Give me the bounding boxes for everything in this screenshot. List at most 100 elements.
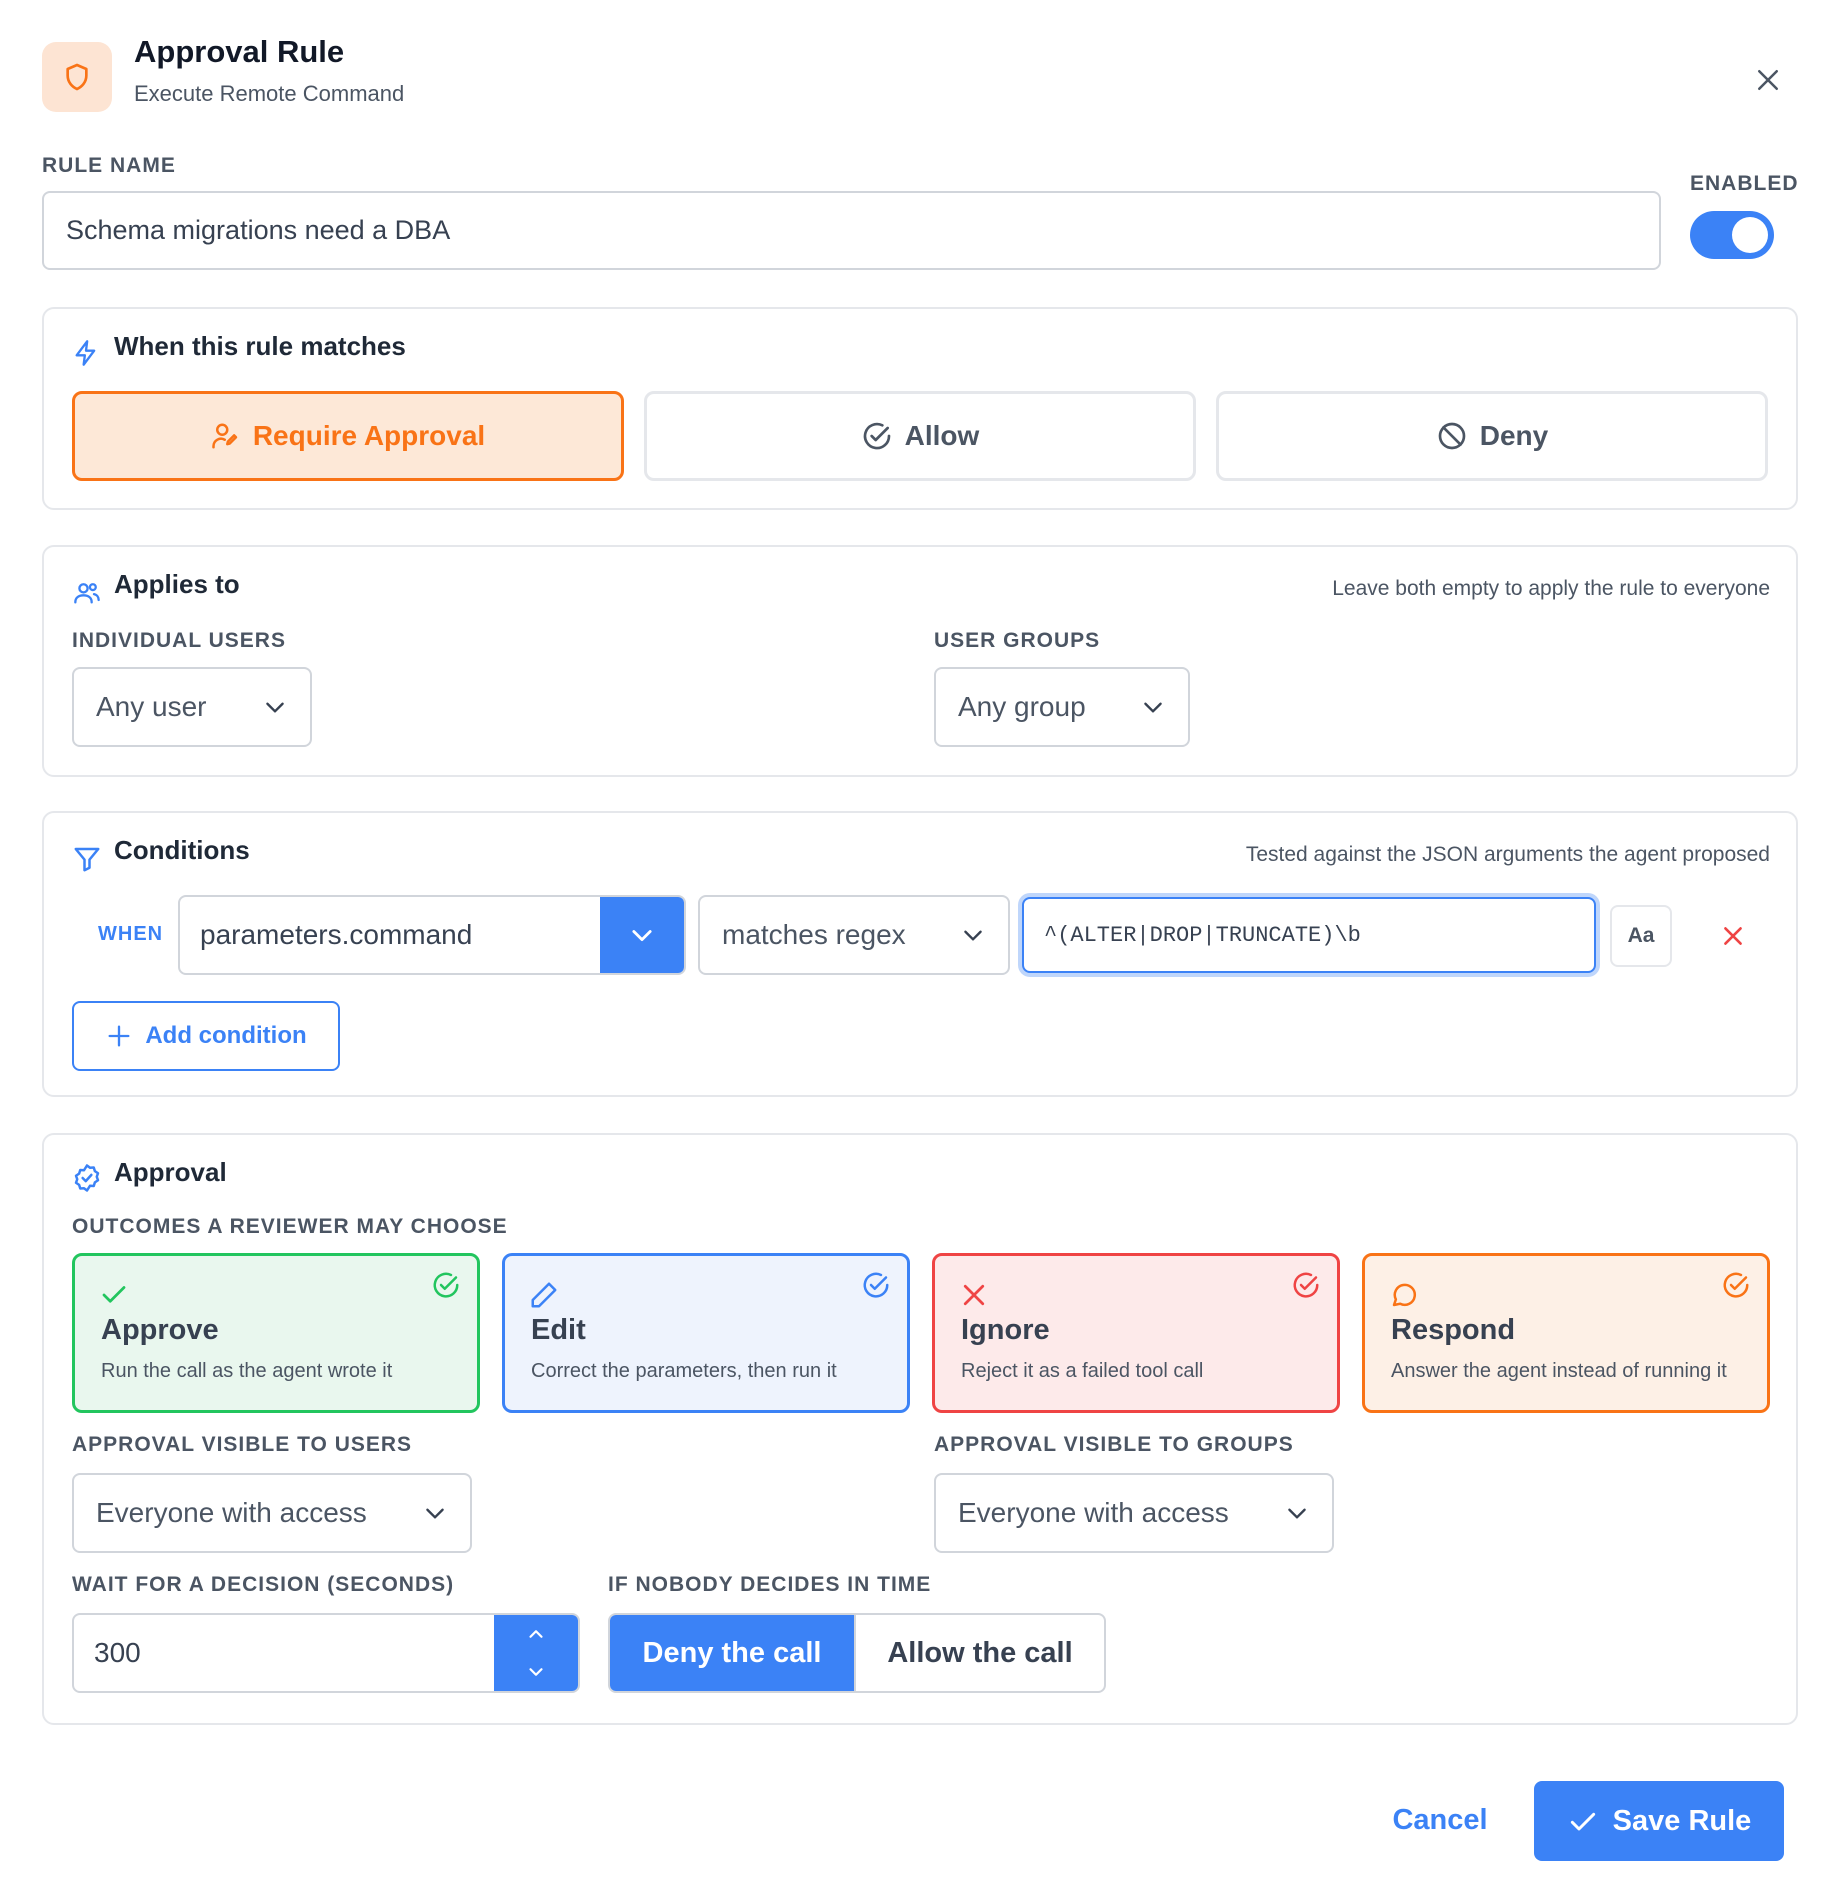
chevron-down-icon xyxy=(422,1500,448,1526)
applies-panel-title: Applies to xyxy=(114,569,240,599)
applies-note: Leave both empty to apply the rule to ev… xyxy=(1332,577,1770,600)
users-icon xyxy=(72,579,102,607)
add-condition-button[interactable]: Add condition xyxy=(72,1001,340,1071)
case-sensitive-toggle[interactable]: Aa xyxy=(1610,905,1672,967)
plus-icon xyxy=(105,1022,133,1050)
outcome-edit-desc: Correct the parameters, then run it xyxy=(531,1360,837,1382)
action-require-approval-label: Require Approval xyxy=(252,420,486,451)
timeout-allow-button[interactable]: Allow the call xyxy=(854,1615,1104,1691)
user-pen-icon xyxy=(211,421,241,451)
wait-seconds-value: 300 xyxy=(94,1637,141,1668)
visible-groups-value: Everyone with access xyxy=(958,1497,1229,1528)
chevron-down-icon xyxy=(628,921,656,949)
action-allow[interactable]: Allow xyxy=(644,391,1196,481)
rule-name-input[interactable]: Schema migrations need a DBA xyxy=(42,191,1661,270)
outcome-approve[interactable]: Approve Run the call as the agent wrote … xyxy=(72,1253,480,1413)
user-groups-label: USER GROUPS xyxy=(934,629,1101,652)
rule-name-label: RULE NAME xyxy=(42,154,176,177)
outcomes-label: OUTCOMES A REVIEWER MAY CHOOSE xyxy=(72,1215,508,1238)
outcome-selected-icon xyxy=(861,1270,891,1300)
case-sensitive-label: Aa xyxy=(1627,924,1655,947)
individual-users-select[interactable]: Any user xyxy=(72,667,312,747)
increment-button[interactable] xyxy=(494,1615,578,1653)
visible-users-label: APPROVAL VISIBLE TO USERS xyxy=(72,1433,413,1456)
action-require-approval[interactable]: Require Approval xyxy=(72,391,624,481)
decrement-button[interactable] xyxy=(494,1653,578,1691)
visible-users-value: Everyone with access xyxy=(96,1497,367,1528)
outcome-ignore[interactable]: Ignore Reject it as a failed tool call xyxy=(932,1253,1340,1413)
add-condition-label: Add condition xyxy=(145,1022,307,1049)
chevron-down-icon xyxy=(1140,694,1166,720)
individual-users-value: Any user xyxy=(96,691,207,722)
when-label: WHEN xyxy=(98,923,164,945)
approval-panel-title: Approval xyxy=(114,1157,227,1187)
outcome-edit-title: Edit xyxy=(531,1314,586,1346)
applies-panel: Applies to Leave both empty to apply the… xyxy=(42,545,1798,777)
outcome-approve-desc: Run the call as the agent wrote it xyxy=(101,1360,393,1382)
action-allow-label: Allow xyxy=(904,420,980,451)
chevron-up-icon xyxy=(525,1623,547,1645)
wait-label: WAIT FOR A DECISION (SECONDS) xyxy=(72,1573,455,1596)
rule-icon-badge xyxy=(42,42,112,112)
user-groups-select[interactable]: Any group xyxy=(934,667,1190,747)
outcome-edit[interactable]: Edit Correct the parameters, then run it xyxy=(502,1253,910,1413)
action-deny-label: Deny xyxy=(1479,420,1549,451)
message-circle-icon xyxy=(1389,1280,1419,1310)
timeout-segmented-control: Deny the call Allow the call xyxy=(608,1613,1106,1693)
condition-operator-value: matches regex xyxy=(722,919,906,950)
visible-users-select[interactable]: Everyone with access xyxy=(72,1473,472,1553)
close-icon xyxy=(1753,65,1783,95)
badge-check-icon xyxy=(72,1163,102,1193)
outcome-respond[interactable]: Respond Answer the agent instead of runn… xyxy=(1362,1253,1770,1413)
dialog-title: Approval Rule xyxy=(134,34,345,69)
save-rule-label: Save Rule xyxy=(1612,1804,1752,1837)
close-button[interactable] xyxy=(1746,58,1790,102)
condition-field-dropdown-button[interactable] xyxy=(600,897,684,973)
enabled-toggle[interactable] xyxy=(1690,211,1774,259)
condition-field-select[interactable]: parameters.command xyxy=(178,895,686,975)
cancel-button[interactable]: Cancel xyxy=(1380,1780,1500,1860)
condition-operator-select[interactable]: matches regex xyxy=(698,895,1010,975)
save-rule-button[interactable]: Save Rule xyxy=(1534,1781,1784,1861)
outcome-selected-icon xyxy=(1291,1270,1321,1300)
timeout-deny-button[interactable]: Deny the call xyxy=(610,1615,854,1691)
x-icon xyxy=(1720,923,1746,949)
filter-icon xyxy=(72,843,102,875)
x-icon xyxy=(959,1280,989,1310)
dialog-subtitle: Execute Remote Command xyxy=(134,81,405,106)
action-deny[interactable]: Deny xyxy=(1216,391,1768,481)
shield-icon xyxy=(61,61,93,93)
condition-value-text: ^(ALTER|DROP|TRUNCATE)\b xyxy=(1044,922,1361,948)
conditions-note: Tested against the JSON arguments the ag… xyxy=(1245,843,1770,866)
user-groups-value: Any group xyxy=(958,691,1086,722)
pencil-icon xyxy=(529,1280,559,1310)
toggle-knob xyxy=(1732,217,1768,253)
remove-condition-button[interactable] xyxy=(1710,913,1756,959)
chevron-down-icon xyxy=(1284,1500,1310,1526)
match-panel-title: When this rule matches xyxy=(114,331,406,361)
chevron-down-icon xyxy=(262,694,288,720)
outcome-selected-icon xyxy=(1721,1270,1751,1300)
condition-value-input[interactable]: ^(ALTER|DROP|TRUNCATE)\b xyxy=(1022,897,1596,973)
approval-panel: Approval OUTCOMES A REVIEWER MAY CHOOSE … xyxy=(42,1133,1798,1725)
conditions-panel: Conditions Tested against the JSON argum… xyxy=(42,811,1798,1097)
outcome-respond-title: Respond xyxy=(1391,1314,1516,1346)
wait-seconds-input[interactable]: 300 xyxy=(72,1613,580,1693)
outcome-ignore-title: Ignore xyxy=(961,1314,1050,1346)
enabled-label: ENABLED xyxy=(1690,172,1799,195)
condition-field-value: parameters.command xyxy=(200,919,473,950)
outcome-selected-icon xyxy=(431,1270,461,1300)
match-panel: When this rule matches Require Approval … xyxy=(42,307,1798,510)
wait-stepper xyxy=(494,1615,578,1691)
visible-groups-label: APPROVAL VISIBLE TO GROUPS xyxy=(934,1433,1294,1456)
zap-icon xyxy=(72,337,100,369)
check-circle-icon xyxy=(861,420,893,452)
outcome-approve-title: Approve xyxy=(101,1314,219,1346)
ban-icon xyxy=(1436,420,1468,452)
visible-groups-select[interactable]: Everyone with access xyxy=(934,1473,1334,1553)
rule-name-value: Schema migrations need a DBA xyxy=(66,215,451,245)
conditions-panel-title: Conditions xyxy=(114,835,250,865)
chevron-down-icon xyxy=(525,1661,547,1683)
timeout-label: IF NOBODY DECIDES IN TIME xyxy=(608,1573,932,1596)
individual-users-label: INDIVIDUAL USERS xyxy=(72,629,286,652)
